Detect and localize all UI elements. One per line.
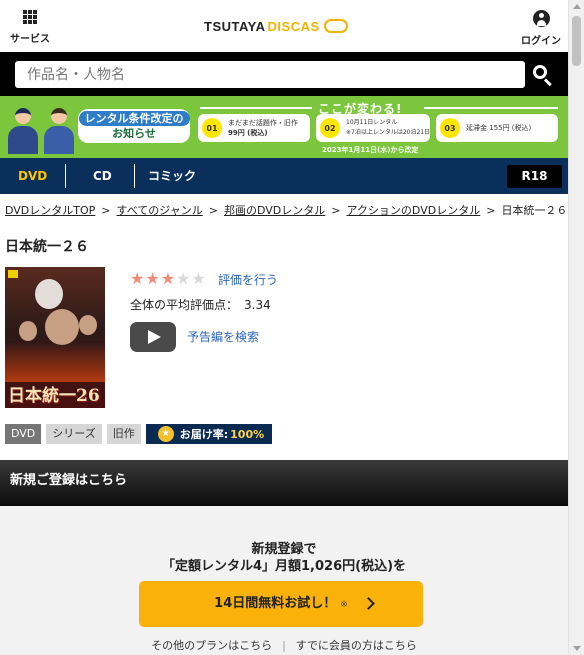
site-header: サービス TSUTAYA DISCAS ログイン — [0, 0, 568, 52]
search-icon — [533, 65, 547, 79]
product-tags: DVD シリーズ 旧作 ★ お届け率: 100% — [5, 424, 273, 444]
logo-text-discas: DISCAS — [267, 18, 320, 34]
r18-button[interactable]: R18 — [507, 165, 562, 188]
average-rating-label: 全体の平均評価点： — [130, 298, 239, 312]
product-poster[interactable]: 日本統一26 — [5, 267, 105, 408]
register-section: 新規登録で 「定額レンタル4」月額1,026円(税込)を 14日間無料お試し！ ※… — [0, 506, 568, 655]
anniversary-20-mark — [323, 19, 348, 33]
chevron-right-icon — [362, 597, 375, 610]
delivery-rate-value: 100% — [230, 427, 265, 441]
staff-illustration — [44, 108, 74, 158]
rating-stars: ★ ★ ★ ★ ★ — [130, 271, 206, 287]
page: サービス TSUTAYA DISCAS ログイン レンタル条件改定の お知らせ … — [0, 0, 568, 655]
breadcrumb-link[interactable]: DVDレンタルTOP — [5, 204, 95, 217]
banner-item-subtext: ※7泊以上レンタルは20泊21日 — [346, 129, 431, 136]
register-sub-links: その他のプランはこちら | すでに会員の方はこちら — [151, 639, 417, 652]
rate-link[interactable]: 評価を行う — [218, 271, 278, 288]
search-input[interactable] — [15, 61, 525, 88]
search-bar — [0, 52, 568, 96]
category-nav: DVD CD コミック R18 — [0, 158, 568, 194]
banner-item-number: 01 — [202, 118, 222, 138]
tab-dvd[interactable]: DVD — [18, 158, 47, 194]
tag-dvd: DVD — [5, 424, 42, 444]
banner-item-text: 10月11日レンタル — [346, 119, 398, 126]
star-icon: ★ — [160, 269, 176, 288]
star-icon: ★ — [130, 269, 145, 288]
banner-notice-tag: レンタル条件改定の お知らせ — [78, 109, 190, 143]
tab-comic[interactable]: コミック — [148, 158, 196, 194]
banner-item-1: 01 まだまだ話題作・旧作 99円 (税込) — [198, 114, 310, 142]
page-title: 日本統一２６ — [5, 239, 89, 255]
average-rating: 全体の平均評価点： 3.34 — [130, 296, 271, 313]
nav-divider — [134, 164, 135, 188]
banner-item-subtext: 99円 (税込) — [228, 129, 268, 137]
breadcrumb: DVDレンタルTOP > すべてのジャンル > 邦画のDVDレンタル > アクションのDVD… — [5, 204, 568, 217]
page-scrollbar[interactable] — [568, 0, 584, 655]
banner-item-number: 02 — [320, 118, 340, 138]
banner-item-text: 延滞金 155円 (税込) — [466, 124, 532, 132]
login-button[interactable]: ログイン — [520, 10, 562, 47]
rental-terms-banner[interactable]: レンタル条件改定の お知らせ ここが変わる! 01 まだまだ話題作・旧作 99円 … — [0, 96, 568, 158]
breadcrumb-link[interactable]: アクションのDVDレンタル — [346, 204, 480, 217]
login-label: ログイン — [521, 36, 561, 47]
banner-item-number: 03 — [440, 118, 460, 138]
other-plans-link[interactable]: その他のプランはこちら — [151, 639, 272, 652]
star-icon: ★ — [145, 269, 160, 288]
age-rating-badge — [8, 270, 18, 278]
banner-tag-line2: お知らせ — [112, 127, 156, 140]
tag-series: シリーズ — [46, 424, 102, 444]
delivery-rate-badge: ★ お届け率: 100% — [145, 424, 273, 444]
free-trial-label: 14日間無料お試し！ — [214, 596, 337, 611]
tag-old-release: 旧作 — [106, 424, 141, 444]
poster-title: 日本統一26 — [8, 386, 100, 406]
banner-item-2: 02 10月11日レンタル ※7泊以上レンタルは20泊21日 — [316, 114, 430, 142]
star-icon: ★ — [191, 269, 206, 288]
staff-illustration — [8, 108, 38, 158]
banner-date: 2023年1月11日(水)から改定 — [322, 146, 419, 154]
logo-text-tsutaya: TSUTAYA — [204, 18, 266, 34]
banner-tag-line1: レンタル条件改定の — [78, 111, 190, 126]
register-text-line2: 「定額レンタル4」月額1,026円(税込)を — [161, 559, 407, 574]
register-heading: 新規ご登録はこちら — [0, 460, 568, 506]
scroll-up-arrow-icon[interactable] — [573, 4, 581, 9]
services-label: サービス — [10, 34, 50, 45]
medal-icon: ★ — [157, 426, 174, 442]
member-login-link[interactable]: すでに会員の方はこちら — [296, 639, 417, 652]
grid-menu-icon — [23, 10, 37, 24]
nav-divider — [65, 164, 66, 188]
search-button[interactable] — [531, 63, 555, 87]
delivery-rate-label: お届け率: — [179, 428, 229, 441]
scroll-down-arrow-icon[interactable] — [573, 646, 581, 651]
services-menu-button[interactable]: サービス — [10, 10, 50, 45]
breadcrumb-link[interactable]: すべてのジャンル — [117, 204, 203, 217]
tab-cd[interactable]: CD — [93, 158, 112, 194]
site-logo[interactable]: TSUTAYA DISCAS — [204, 15, 348, 37]
breadcrumb-link[interactable]: 邦画のDVDレンタル — [224, 204, 325, 217]
user-icon — [532, 10, 550, 27]
average-rating-value: 3.34 — [244, 298, 271, 312]
banner-item-text: まだまだ話題作・旧作 — [228, 119, 298, 127]
trailer-search-link[interactable]: 予告編を検索 — [187, 328, 259, 345]
star-icon: ★ — [176, 269, 191, 288]
banner-item-3: 03 延滞金 155円 (税込) — [436, 114, 558, 142]
scroll-thumb[interactable] — [572, 16, 581, 66]
free-trial-button[interactable]: 14日間無料お試し！ ※ — [139, 581, 423, 627]
free-trial-note-mark: ※ — [340, 600, 348, 610]
play-trailer-icon[interactable] — [130, 322, 176, 352]
breadcrumb-current: 日本統一２６ — [501, 204, 568, 217]
